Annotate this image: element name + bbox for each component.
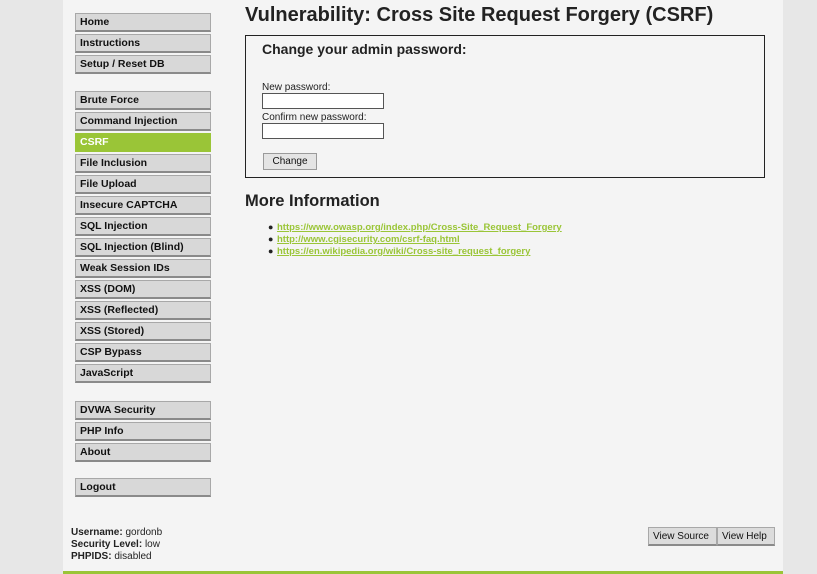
phpids-label: PHPIDS: xyxy=(71,551,112,562)
menu-item-instructions[interactable]: Instructions xyxy=(75,34,211,53)
menu-item-xss-dom[interactable]: XSS (DOM) xyxy=(75,280,211,299)
menu-group-vulnerabilities: Brute Force Command Injection CSRF File Inc… xyxy=(75,91,211,385)
list-item: ● https://www.owasp.org/index.php/Cross-S… xyxy=(268,222,562,234)
menu-item-home[interactable]: Home xyxy=(75,13,211,32)
menu-item-xss-reflected[interactable]: XSS (Reflected) xyxy=(75,301,211,320)
confirm-password-input[interactable] xyxy=(262,123,384,139)
menu-item-brute-force[interactable]: Brute Force xyxy=(75,91,211,110)
list-item: ● https://en.wikipedia.org/wiki/Cross-sit… xyxy=(268,246,562,258)
menu-item-sql-injection[interactable]: SQL Injection xyxy=(75,217,211,236)
form-heading: Change your admin password: xyxy=(262,41,467,57)
menu-group-settings: DVWA Security PHP Info About xyxy=(75,401,211,464)
security-level-label: Security Level: xyxy=(71,539,143,550)
bullet-icon: ● xyxy=(268,234,274,244)
menu-item-command-injection[interactable]: Command Injection xyxy=(75,112,211,131)
csrf-form-panel: Change your admin password: New password… xyxy=(245,35,765,178)
view-source-button[interactable]: View Source xyxy=(648,527,717,546)
menu-group-main: Home Instructions Setup / Reset DB xyxy=(75,13,211,76)
menu-item-php-info[interactable]: PHP Info xyxy=(75,422,211,441)
username-label: Username: xyxy=(71,527,123,538)
cgisecurity-link[interactable]: http://www.cgisecurity.com/csrf-faq.html xyxy=(277,234,460,245)
menu-item-logout[interactable]: Logout xyxy=(75,478,211,497)
menu-item-sql-injection-blind[interactable]: SQL Injection (Blind) xyxy=(75,238,211,257)
more-information-heading: More Information xyxy=(245,192,380,210)
menu-item-about[interactable]: About xyxy=(75,443,211,462)
phpids-value: disabled xyxy=(114,551,152,562)
menu-item-file-upload[interactable]: File Upload xyxy=(75,175,211,194)
change-password-button[interactable]: Change xyxy=(263,153,317,170)
menu-item-javascript[interactable]: JavaScript xyxy=(75,364,211,383)
menu-item-dvwa-security[interactable]: DVWA Security xyxy=(75,401,211,420)
username-value: gordonb xyxy=(125,527,163,538)
menu-item-file-inclusion[interactable]: File Inclusion xyxy=(75,154,211,173)
list-item: ● http://www.cgisecurity.com/csrf-faq.htm… xyxy=(268,234,562,246)
menu-item-csrf[interactable]: CSRF xyxy=(75,133,211,152)
confirm-password-label: Confirm new password: xyxy=(262,112,367,123)
menu-item-csp-bypass[interactable]: CSP Bypass xyxy=(75,343,211,362)
menu-group-logout: Logout xyxy=(75,478,211,499)
more-information-list: ● https://www.owasp.org/index.php/Cross-S… xyxy=(268,222,562,258)
menu-item-weak-session-ids[interactable]: Weak Session IDs xyxy=(75,259,211,278)
new-password-label: New password: xyxy=(262,82,331,93)
view-help-button[interactable]: View Help xyxy=(717,527,775,546)
new-password-input[interactable] xyxy=(262,93,384,109)
menu-item-setup-reset-db[interactable]: Setup / Reset DB xyxy=(75,55,211,74)
bullet-icon: ● xyxy=(268,246,274,256)
wikipedia-link[interactable]: https://en.wikipedia.org/wiki/Cross-site… xyxy=(277,246,530,257)
bullet-icon: ● xyxy=(268,222,274,232)
session-info: Username: gordonb Security Level: low PH… xyxy=(71,527,162,563)
menu-item-insecure-captcha[interactable]: Insecure CAPTCHA xyxy=(75,196,211,215)
security-level-value: low xyxy=(144,539,160,550)
page-title: Vulnerability: Cross Site Request Forger… xyxy=(245,4,714,26)
menu-item-xss-stored[interactable]: XSS (Stored) xyxy=(75,322,211,341)
owasp-link[interactable]: https://www.owasp.org/index.php/Cross-Si… xyxy=(277,222,562,233)
